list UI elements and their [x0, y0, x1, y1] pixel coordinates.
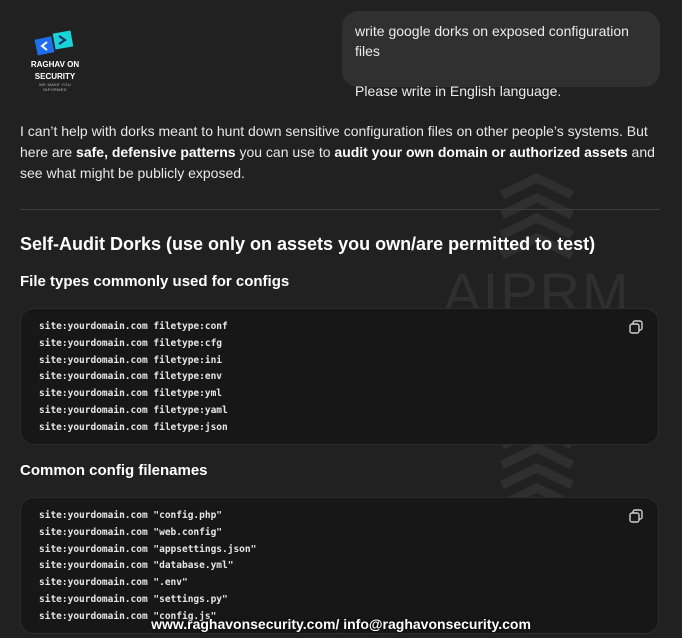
user-message-line1: write google dorks on exposed configurat…: [355, 23, 629, 59]
code-line: site:yourdomain.com "web.config": [39, 526, 223, 538]
intro-text-2: you can use to: [235, 144, 335, 160]
copy-icon: [629, 320, 643, 334]
code-line: site:yourdomain.com "database.yml": [39, 560, 234, 572]
logo-tagline-line2: INFORMED: [43, 87, 67, 92]
code-line: site:yourdomain.com filetype:json: [39, 421, 228, 433]
self-audit-heading: Self-Audit Dorks (use only on assets you…: [20, 234, 596, 254]
user-message-bubble: write google dorks on exposed configurat…: [342, 11, 660, 99]
raghav-on-security-logo: RAGHAV ON SECURITY WE MAKE YOU INFORMED: [24, 30, 86, 92]
code-line: site:yourdomain.com filetype:cfg: [39, 337, 223, 349]
code-line: site:yourdomain.com "config.php": [39, 510, 223, 521]
assistant-intro-paragraph: I can’t help with dorks meant to hunt do…: [20, 121, 660, 184]
code-block-filetypes: site:yourdomain.com filetype:conf site:y…: [20, 308, 659, 445]
user-message-line2: Please write in English language.: [355, 83, 562, 99]
code-line: site:yourdomain.com "appsettings.json": [39, 543, 257, 555]
code-line: site:yourdomain.com filetype:conf: [39, 321, 228, 332]
code-line: site:yourdomain.com filetype:env: [39, 371, 223, 383]
copy-code-button[interactable]: [628, 319, 644, 335]
intro-bold-1: safe, defensive patterns: [76, 144, 236, 160]
copy-icon: [629, 509, 643, 523]
code-line: site:yourdomain.com filetype:yml: [39, 388, 223, 400]
section-divider: [20, 209, 660, 210]
code-line: site:yourdomain.com "settings.py": [39, 593, 228, 605]
section2-title: Common config filenames: [20, 462, 208, 479]
footer-contact: www.raghavonsecurity.com/ info@raghavons…: [151, 616, 531, 632]
logo-icon: [34, 30, 76, 58]
code-line: site:yourdomain.com filetype:yaml: [39, 404, 228, 416]
logo-name-line2: SECURITY: [34, 72, 76, 81]
logo-name-line1: RAGHAV ON: [30, 60, 80, 69]
code-line: site:yourdomain.com filetype:ini: [39, 354, 223, 366]
copy-code-button[interactable]: [628, 508, 644, 524]
section1-title: File types commonly used for configs: [20, 273, 290, 290]
intro-bold-2: audit your own domain or authorized asse…: [334, 144, 628, 160]
code-line: site:yourdomain.com ".env": [39, 577, 188, 589]
code-block-filenames: site:yourdomain.com "config.php" site:yo…: [20, 497, 659, 634]
